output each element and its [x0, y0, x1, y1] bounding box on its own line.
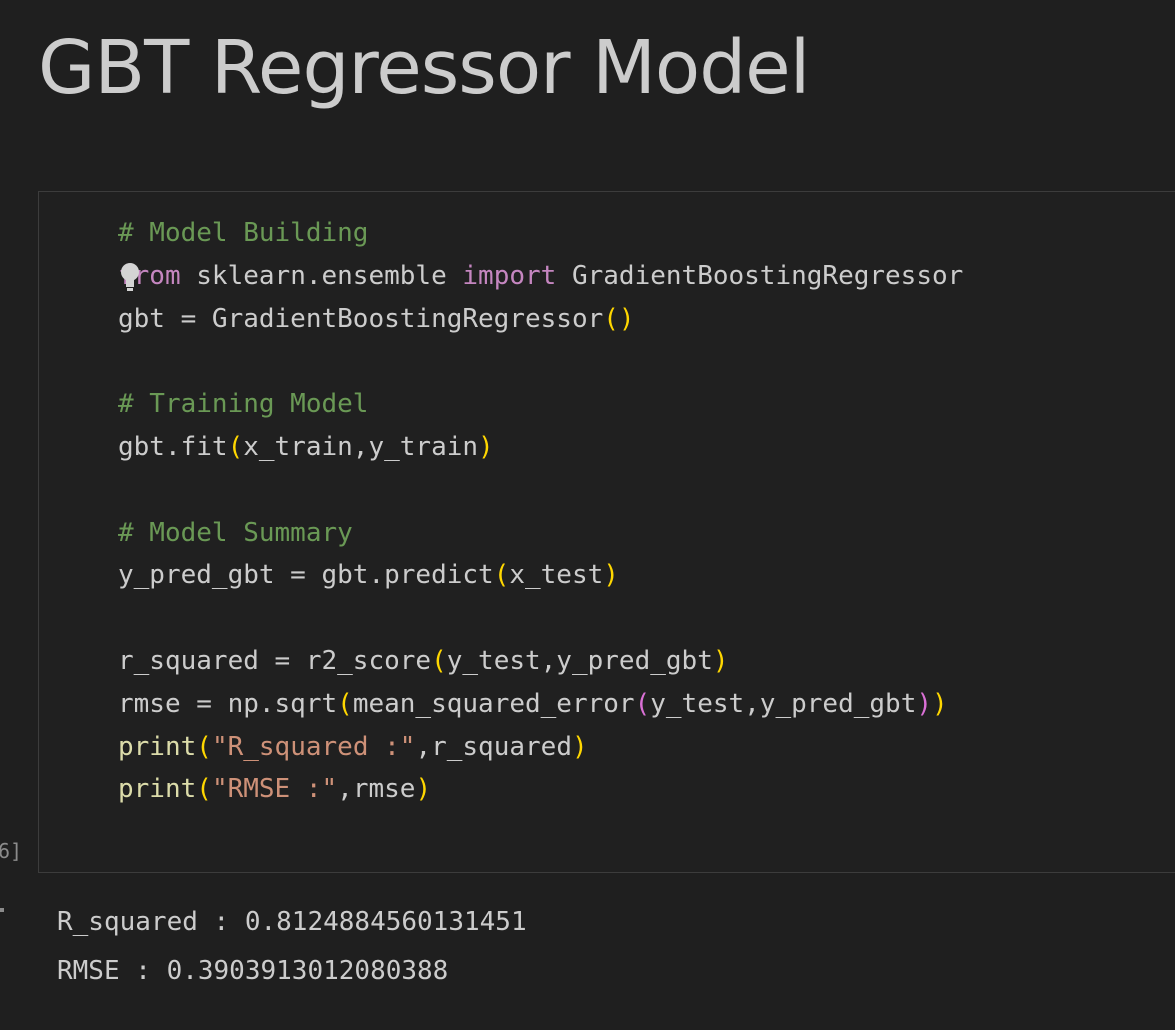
code-token-paren1: (: [196, 774, 212, 805]
code-token-paren1: ): [415, 774, 432, 805]
code-token-paren1: (: [227, 431, 244, 462]
code-token-comment: # Model Building: [118, 218, 369, 248]
code-token-plain: gbt = GradientBoostingRegressor: [118, 303, 604, 334]
code-line: # Training Model: [118, 383, 963, 426]
code-token-plain: rmse = np.sqrt: [118, 688, 338, 719]
code-token-func: print: [118, 774, 197, 805]
code-token-plain: ,r_squared: [415, 731, 572, 762]
code-token-paren1: ): [932, 688, 948, 719]
code-token-paren1: ): [571, 731, 588, 762]
code-token-string: "R_squared :": [211, 731, 416, 762]
code-line: y_pred_gbt = gbt.predict(x_test): [118, 554, 963, 597]
code-token-plain: x_train,y_train: [243, 431, 479, 462]
code-token-plain: y_test,y_pred_gbt: [650, 688, 917, 719]
code-token-string: "RMSE :": [211, 774, 338, 805]
code-token-paren2: (: [634, 688, 651, 719]
code-token-paren1: (: [337, 688, 353, 719]
code-token-paren1: (): [603, 303, 635, 334]
code-line: # Model Summary: [118, 512, 963, 555]
code-token-paren1: ): [712, 645, 729, 676]
output-line: RMSE : 0.3903913012080388: [57, 956, 449, 986]
code-token-plain: r_squared = r2_score: [118, 645, 432, 676]
code-line: # Model Building: [118, 212, 963, 255]
code-token-plain: y_test,y_pred_gbt: [446, 645, 713, 676]
code-token-paren1: (: [493, 560, 510, 591]
code-line: r_squared = r2_score(y_test,y_pred_gbt): [118, 640, 963, 683]
code-token-keyword: import: [462, 260, 557, 291]
code-token-paren2: ): [916, 688, 932, 719]
code-token-paren1: ): [603, 560, 619, 591]
output-line: R_squared : 0.8124884560131451: [57, 907, 527, 937]
code-line: gbt = GradientBoostingRegressor(): [118, 298, 963, 341]
code-line: print("RMSE :",rmse): [118, 768, 963, 811]
code-token-paren1: ): [478, 431, 494, 462]
markdown-heading: GBT Regressor Model: [38, 25, 810, 111]
code-token-plain: ,rmse: [337, 774, 416, 805]
code-token-plain: gbt.fit: [118, 431, 228, 462]
code-token-comment: # Model Summary: [118, 517, 353, 548]
code-line: print("R_squared :",r_squared): [118, 726, 963, 769]
code-token-plain: sklearn.ensemble: [180, 260, 463, 291]
code-token-comment: # Training Model: [118, 389, 369, 420]
code-token-paren1: (: [431, 645, 447, 676]
code-token-plain: mean_squared_error: [352, 688, 635, 719]
code-token-plain: y_pred_gbt = gbt.predict: [118, 560, 494, 591]
code-token-paren1: (: [196, 731, 212, 762]
code-token-func: print: [118, 731, 197, 762]
code-line: rmse = np.sqrt(mean_squared_error(y_test…: [118, 683, 963, 726]
lightbulb-icon[interactable]: [119, 262, 141, 292]
cell-output: R_squared : 0.8124884560131451 RMSE : 0.3…: [57, 898, 527, 996]
code-token-plain: x_test: [509, 560, 604, 591]
code-cell-editor[interactable]: # Model Building from sklearn.ensemble im…: [38, 191, 1175, 873]
code-token-plain: GradientBoostingRegressor: [556, 260, 964, 291]
code-block[interactable]: # Model Building from sklearn.ensemble im…: [118, 212, 963, 811]
code-line: gbt.fit(x_train,y_train): [118, 426, 963, 469]
code-line: from sklearn.ensemble import GradientBoo…: [118, 255, 963, 298]
execution-count: 6]: [0, 839, 23, 863]
output-collapse-toggle[interactable]: [0, 908, 4, 912]
